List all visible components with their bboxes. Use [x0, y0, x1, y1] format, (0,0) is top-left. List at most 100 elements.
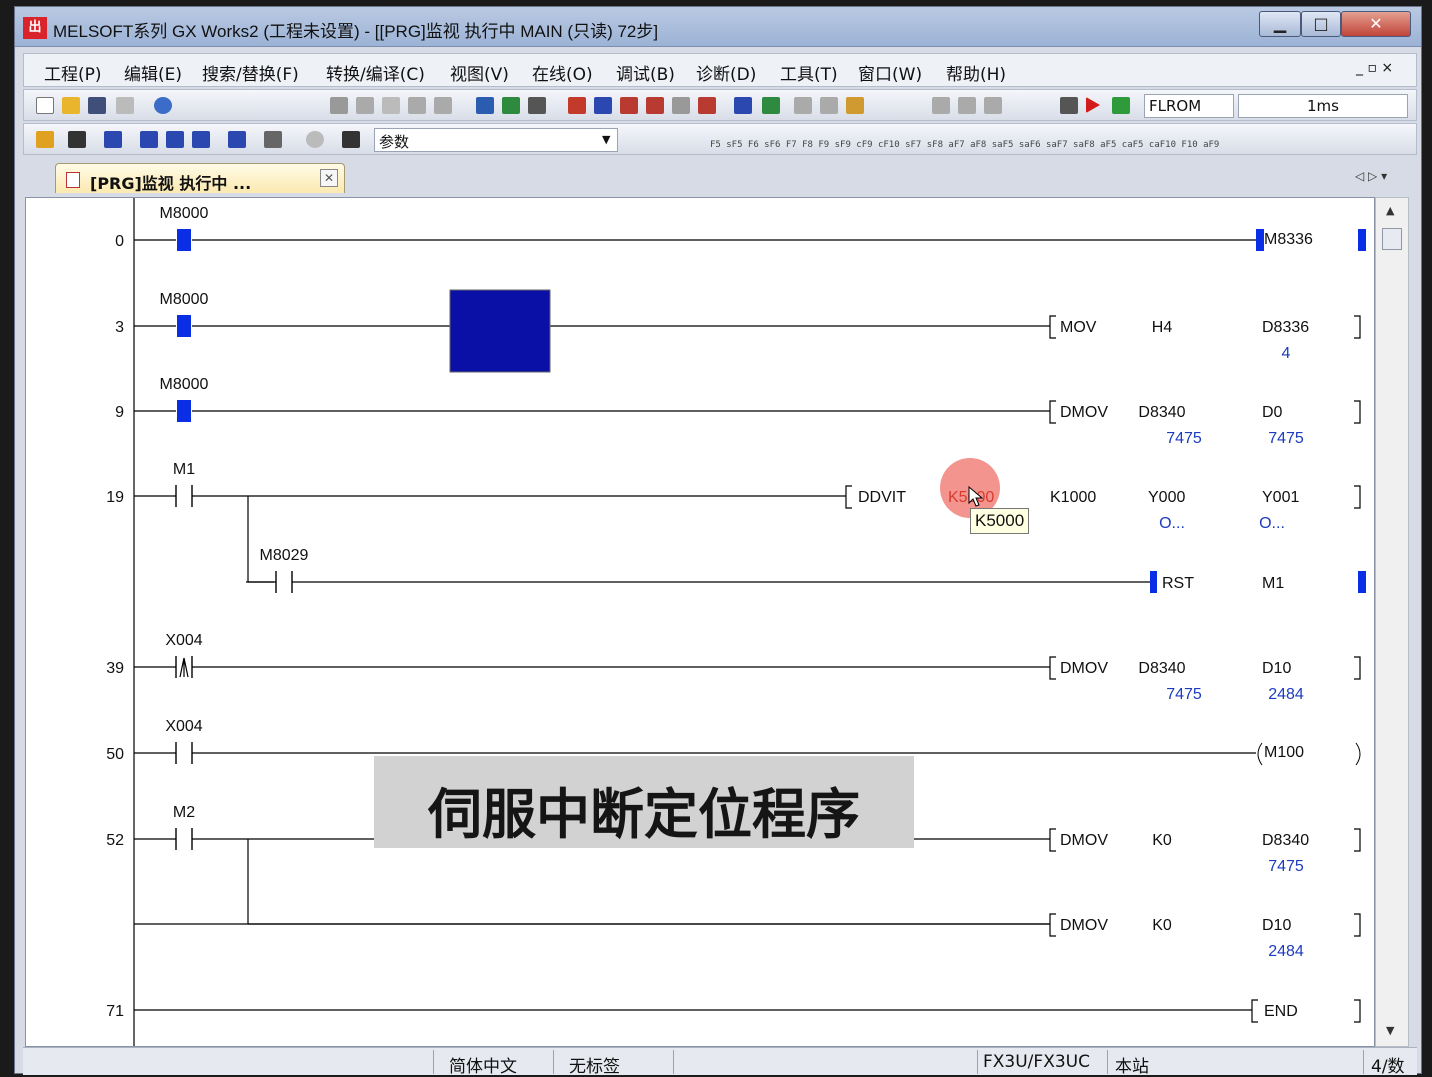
monitor-start-icon[interactable]: [646, 97, 664, 114]
verify-plc-icon[interactable]: [620, 97, 638, 114]
list-view-icon[interactable]: [104, 131, 122, 148]
minimize-button[interactable]: ▁: [1259, 11, 1301, 37]
contact-x004-label: X004: [165, 632, 202, 649]
menu-view[interactable]: 视图(V): [450, 60, 509, 85]
menu-diagnostics[interactable]: 诊断(D): [696, 60, 756, 85]
tab-navigation[interactable]: ◁ ▷ ▾: [1355, 169, 1387, 183]
mdi-window-controls[interactable]: _ ▫ ×: [1356, 60, 1393, 76]
coil-m8336: M8336: [1264, 231, 1313, 248]
print-icon[interactable]: [116, 97, 134, 114]
redo-icon[interactable]: [434, 97, 452, 114]
step-number-50: 50: [106, 746, 124, 763]
project-tree-icon[interactable]: [36, 131, 54, 148]
menu-find-replace[interactable]: 搜索/替换(F): [202, 60, 299, 85]
warning-icon[interactable]: [1112, 97, 1130, 114]
cross-reference-icon[interactable]: [528, 97, 546, 114]
menu-debug[interactable]: 调试(B): [616, 60, 675, 85]
device-register-icon[interactable]: [762, 97, 780, 114]
standard-toolbar: FLROM 1ms: [23, 89, 1417, 121]
status-station: 本站: [1115, 1057, 1149, 1077]
coil-left: [1257, 742, 1263, 766]
tab-label: [PRG]监视 执行中 ...: [90, 174, 252, 193]
save-icon[interactable]: [88, 97, 106, 114]
device-test-icon[interactable]: [264, 131, 282, 148]
tab-close-icon[interactable]: ✕: [320, 169, 338, 187]
contact-m8029-label: M8029: [260, 547, 309, 564]
app-logo-icon: 出: [23, 17, 47, 39]
instruction-dmov: DMOV: [1060, 832, 1108, 849]
instruction-rst: RST: [1162, 575, 1194, 592]
ladder-line-icon[interactable]: [984, 97, 1002, 114]
open-folder-icon[interactable]: [62, 97, 80, 114]
program-check-icon[interactable]: [846, 97, 864, 114]
read-from-plc-icon[interactable]: [594, 97, 612, 114]
chevron-down-icon[interactable]: ▼: [602, 133, 610, 146]
operand-k0: K0: [1152, 832, 1172, 849]
online-change-icon[interactable]: [1060, 97, 1078, 114]
ladder-function-keys[interactable]: F5 sF5 F6 sF6 F7 F8 F9 sF9 cF9 cF10 sF7 …: [710, 140, 1219, 150]
scroll-up-icon[interactable]: ▲: [1386, 204, 1394, 217]
monitor-d0: 7475: [1268, 430, 1304, 447]
monitor-stop-icon[interactable]: [672, 97, 690, 114]
tab-prg-main[interactable]: [PRG]监视 执行中 ... ✕: [55, 163, 345, 193]
vertical-scrollbar[interactable]: ▲ ▼: [1375, 197, 1409, 1047]
dev-icon-1[interactable]: [140, 131, 158, 148]
mov-bracket-left: [1049, 315, 1056, 339]
binoculars-icon[interactable]: [342, 131, 360, 148]
step-number-3: 3: [115, 319, 124, 336]
undo-icon[interactable]: [408, 97, 426, 114]
end-bracket-left: [1251, 999, 1258, 1023]
ladder-delete-icon[interactable]: [958, 97, 976, 114]
end-bracket-right: [1354, 999, 1361, 1023]
ladder-editor[interactable]: 0 M8000 M8336 3 M8000 MOV H4 D8336 4 9 M8000 DMOV D8…: [25, 197, 1375, 1047]
menu-online[interactable]: 在线(O): [532, 60, 593, 85]
scroll-down-icon[interactable]: ▼: [1386, 1024, 1394, 1037]
copy-icon[interactable]: [356, 97, 374, 114]
ddvit-bracket-left: [845, 485, 852, 509]
watch-icon[interactable]: [228, 131, 246, 148]
maximize-button[interactable]: □: [1301, 11, 1341, 37]
operand-k1000: K1000: [1050, 489, 1096, 506]
menu-tools[interactable]: 工具(T): [780, 60, 838, 85]
menu-convert-compile[interactable]: 转换/编译(C): [326, 60, 425, 85]
param-dropdown[interactable]: 参数: [374, 128, 618, 152]
close-button[interactable]: ✕: [1341, 11, 1411, 37]
menu-window[interactable]: 窗口(W): [858, 60, 922, 85]
menu-help[interactable]: 帮助(H): [946, 60, 1006, 85]
simulation-start-icon[interactable]: [794, 97, 812, 114]
step-number-19: 19: [106, 489, 124, 506]
step-number-0: 0: [115, 233, 124, 250]
program-file-icon: [66, 172, 80, 188]
ddvit-bracket-right: [1354, 485, 1361, 509]
menu-project[interactable]: 工程(P): [44, 60, 102, 85]
cut-icon[interactable]: [330, 97, 348, 114]
run-icon[interactable]: [1086, 97, 1100, 113]
module-config-icon[interactable]: [68, 131, 86, 148]
title-bar[interactable]: 出 MELSOFT系列 GX Works2 (工程未设置) - [[PRG]监视…: [15, 7, 1421, 47]
menu-edit[interactable]: 编辑(E): [124, 60, 182, 85]
dev-icon-3[interactable]: [192, 131, 210, 148]
device-search-icon[interactable]: [476, 97, 494, 114]
operand-d8336: D8336: [1262, 319, 1309, 336]
simulation-stop-icon[interactable]: [820, 97, 838, 114]
contact-m2-label: M2: [173, 804, 195, 821]
step-number-71: 71: [106, 1003, 124, 1020]
scroll-thumb[interactable]: [1382, 228, 1402, 250]
mov-bracket-left: [1049, 400, 1056, 424]
help-icon[interactable]: [154, 97, 172, 114]
operand-d0: D0: [1262, 404, 1283, 421]
operand-y000: Y000: [1148, 489, 1185, 506]
clock-icon[interactable]: [306, 131, 324, 148]
device-replace-icon[interactable]: [502, 97, 520, 114]
monitor-write-icon[interactable]: [698, 97, 716, 114]
contact-m8000-label: M8000: [160, 205, 209, 222]
paste-icon[interactable]: [382, 97, 400, 114]
ladder-insert-icon[interactable]: [932, 97, 950, 114]
device-batch-icon[interactable]: [734, 97, 752, 114]
new-file-icon[interactable]: [36, 97, 54, 114]
step-number-52: 52: [106, 832, 124, 849]
instruction-dmov: DMOV: [1060, 404, 1108, 421]
write-to-plc-icon[interactable]: [568, 97, 586, 114]
dev-icon-2[interactable]: [166, 131, 184, 148]
caption-text: 伺服中断定位程序: [428, 783, 860, 846]
